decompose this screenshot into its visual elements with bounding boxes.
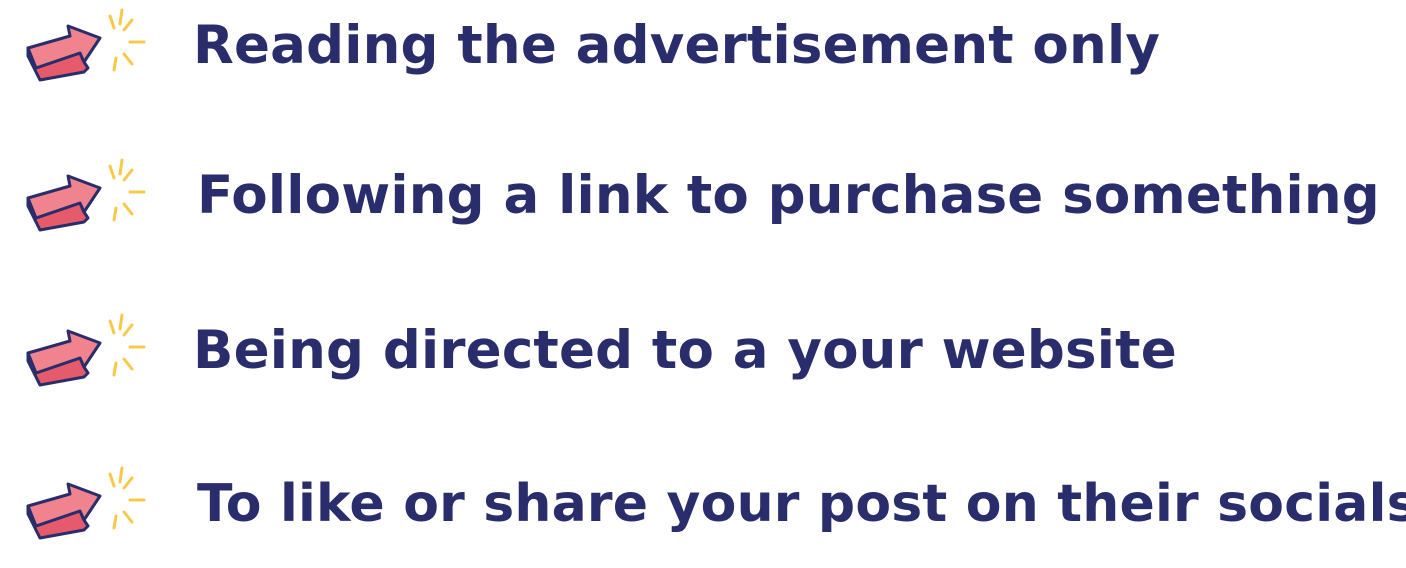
list-item: Being directed to a your website xyxy=(0,305,1406,415)
list-item: To like or share your post on their soci… xyxy=(0,458,1406,568)
sparkle-stroke xyxy=(122,202,134,216)
sparkle-stroke xyxy=(122,510,134,524)
list-item: Following a link to purchase something xyxy=(0,150,1406,260)
sparkle-stroke xyxy=(122,323,134,337)
pointing-arrow-icon xyxy=(18,464,150,548)
list-item-label: Following a link to purchase something xyxy=(197,165,1380,226)
sparkle-stroke xyxy=(122,52,134,66)
pointing-arrow-icon xyxy=(18,156,150,240)
sparkle-stroke xyxy=(118,466,124,484)
sparkle-stroke xyxy=(118,158,124,176)
sparkle-stroke xyxy=(112,206,118,222)
arrow-graphic xyxy=(26,8,146,82)
arrow-graphic xyxy=(26,466,146,540)
sparkle-stroke xyxy=(122,357,134,371)
sparkle-stroke xyxy=(112,514,118,530)
sparkle-stroke xyxy=(108,14,116,30)
sparkle-stroke xyxy=(108,164,116,180)
pointing-arrow-icon xyxy=(18,311,150,395)
arrow-graphic xyxy=(26,313,146,387)
list-item: Reading the advertisement only xyxy=(0,0,1406,110)
sparkle-stroke xyxy=(122,476,134,490)
sparkle-stroke xyxy=(118,8,124,26)
pointing-arrow-icon xyxy=(18,6,150,90)
sparkle-stroke xyxy=(112,56,118,72)
sparkle-stroke xyxy=(122,18,134,32)
sparkle-stroke xyxy=(122,168,134,182)
list-item-label: Being directed to a your website xyxy=(193,320,1177,381)
sparkle-stroke xyxy=(118,313,124,331)
list-item-label: Reading the advertisement only xyxy=(193,15,1161,76)
sparkle-stroke xyxy=(108,472,116,488)
list-item-label: To like or share your post on their soci… xyxy=(197,474,1406,534)
sparkle-stroke xyxy=(108,319,116,335)
arrow-graphic xyxy=(26,158,146,232)
sparkle-stroke xyxy=(112,361,118,377)
